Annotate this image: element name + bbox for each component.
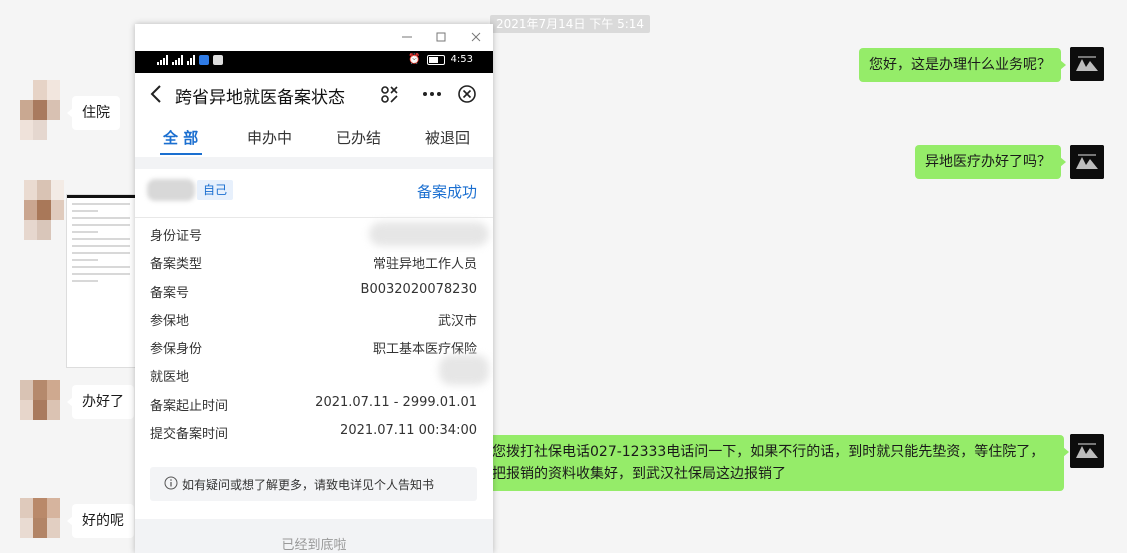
detail-row: 备案起止时间 2021.07.11 - 2999.01.01 (135, 388, 493, 416)
tab-returned[interactable]: 被退回 (425, 127, 470, 148)
detail-row: 参保地 武汉市 (135, 303, 493, 331)
detail-row: 参保身份 职工基本医疗保险 (135, 331, 493, 359)
detail-row: 就医地 (135, 355, 493, 387)
app-notification-icon (199, 55, 209, 65)
detail-value: B0032020078230 (360, 281, 477, 297)
detail-row: 备案类型 常驻异地工作人员 (135, 246, 493, 274)
image-message-thumbnail[interactable] (66, 194, 136, 368)
contact-avatar[interactable] (24, 180, 64, 240)
detail-value: 武汉市 (437, 313, 477, 329)
detail-key: 备案类型 (150, 257, 203, 273)
blurred-id-number (369, 222, 489, 246)
message-bubble-incoming[interactable]: 住院 (67, 96, 120, 130)
self-avatar[interactable] (1070, 47, 1104, 81)
detail-row: 备案号 B0032020078230 (135, 275, 493, 303)
battery-icon (426, 54, 445, 65)
blurred-location (439, 355, 489, 386)
tab-all[interactable]: 全 部 (163, 127, 198, 148)
tab-completed[interactable]: 已办结 (336, 127, 381, 148)
scan-icon[interactable] (378, 83, 400, 105)
wifi-icon (187, 55, 195, 65)
window-titlebar (135, 24, 493, 51)
detail-value: 职工基本医疗保险 (372, 342, 477, 358)
app-nav-bar: 跨省异地就医备案状态 (135, 73, 493, 117)
detail-key: 备案起止时间 (150, 398, 229, 414)
status-badge: 备案成功 (416, 183, 477, 201)
contact-avatar[interactable] (20, 380, 60, 420)
detail-value: 2021.07.11 00:34:00 (340, 423, 477, 439)
self-tag: 自己 (197, 180, 234, 200)
detail-key: 提交备案时间 (150, 427, 229, 443)
more-icon[interactable] (421, 83, 443, 105)
message-bubble-outgoing[interactable]: 您好，这是办理什么业务呢？ (859, 48, 1066, 82)
message-bubble-incoming[interactable]: 好的呢 (67, 504, 134, 538)
minimize-icon[interactable] (397, 28, 417, 46)
detail-row: 身份证号 (135, 218, 493, 246)
record-card-header[interactable]: 自己 备案成功 (135, 169, 493, 218)
detail-value: 2021.07.11 - 2999.01.01 (315, 394, 477, 410)
contact-avatar[interactable] (20, 80, 60, 140)
info-icon (164, 476, 178, 490)
record-details: 身份证号 备案类型 常驻异地工作人员 备案号 B0032020078230 参保… (135, 218, 493, 444)
detail-key: 参保身份 (150, 342, 203, 358)
section-gap (135, 157, 493, 169)
signal-icon (157, 55, 168, 65)
blurred-name (147, 179, 195, 201)
phone-status-bar: ⏰ 4:53 (135, 51, 493, 73)
signal-icon (172, 55, 183, 65)
alarm-icon: ⏰ (408, 54, 421, 65)
close-circle-icon[interactable] (456, 83, 478, 105)
message-bubble-outgoing[interactable]: 您拨打社保电话027-12333电话问一下，如果不行的话，到时就只能先垫资，等住… (478, 435, 1069, 491)
self-avatar[interactable] (1070, 434, 1104, 468)
chat-timestamp: 2021年7月14日 下午 5:14 (490, 15, 651, 33)
notice-box[interactable]: 如有疑问或想了解更多，请致电详见个人告知书 (150, 467, 477, 501)
active-tab-indicator (160, 153, 202, 155)
detail-key: 身份证号 (150, 229, 203, 244)
message-bubble-incoming[interactable]: 办好了 (67, 385, 134, 419)
detail-key: 备案号 (150, 285, 190, 301)
status-tabs: 全 部 申办中 已办结 被退回 (135, 117, 493, 157)
end-of-list-text: 已经到底啦 (281, 538, 347, 553)
self-avatar[interactable] (1070, 145, 1104, 179)
tab-in-progress[interactable]: 申办中 (247, 127, 292, 148)
detail-key: 就医地 (150, 370, 190, 386)
notice-text: 如有疑问或想了解更多，请致电详见个人告知书 (182, 478, 435, 492)
contact-avatar[interactable] (20, 498, 60, 538)
page-title: 跨省异地就医备案状态 (175, 88, 345, 108)
detail-key: 参保地 (150, 313, 190, 329)
message-bubble-outgoing[interactable]: 异地医疗办好了吗？ (915, 145, 1066, 179)
phone-mirror-window: ⏰ 4:53 跨省异地就医备案状态 全 部 申办中 已办结 被退回 自己 备案成… (135, 24, 493, 553)
app-notification-icon (213, 55, 223, 65)
maximize-icon[interactable] (431, 28, 451, 46)
status-time: 4:53 (450, 54, 473, 65)
detail-value: 常驻异地工作人员 (372, 257, 477, 273)
detail-row: 提交备案时间 2021.07.11 00:34:00 (135, 416, 493, 444)
chevron-left-icon[interactable] (147, 83, 167, 105)
close-icon[interactable] (466, 28, 486, 46)
